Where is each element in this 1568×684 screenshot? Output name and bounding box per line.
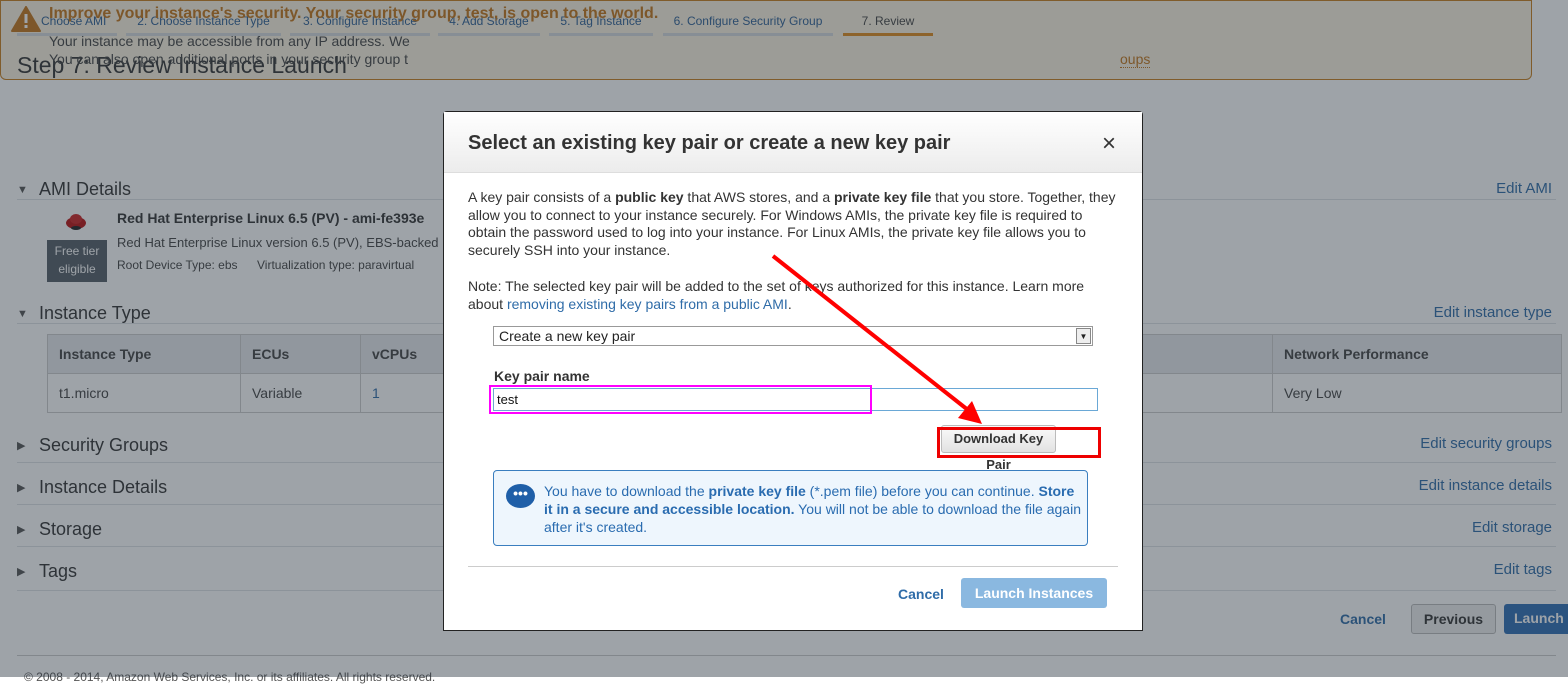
- remove-key-pairs-link[interactable]: removing existing key pairs from a publi…: [507, 296, 788, 312]
- dialog-cancel-button[interactable]: Cancel: [898, 586, 944, 602]
- dropdown-arrow-icon[interactable]: ▼: [1076, 328, 1091, 344]
- launch-instances-button[interactable]: Launch Instances: [961, 578, 1107, 608]
- dialog-header: Select an existing key pair or create a …: [444, 112, 1142, 173]
- key-pair-note: Note: The selected key pair will be adde…: [468, 278, 1085, 312]
- dialog-divider: [468, 566, 1118, 567]
- name-highlight-annotation: [489, 385, 872, 414]
- info-text: You have to download the private key fil…: [544, 482, 1084, 536]
- dialog-title: Select an existing key pair or create a …: [468, 132, 951, 154]
- select-value: Create a new key pair: [499, 328, 636, 344]
- chat-bubble-icon: •••: [506, 484, 535, 508]
- download-highlight-annotation: [937, 427, 1101, 458]
- download-info-box: ••• You have to download the private key…: [493, 470, 1088, 546]
- key-pair-select[interactable]: Create a new key pair ▼: [493, 326, 1093, 346]
- close-icon[interactable]: ×: [1102, 130, 1116, 158]
- text: that AWS stores, and a: [683, 189, 834, 205]
- text: private key file: [708, 483, 806, 499]
- key-pair-name-label: Key pair name: [494, 368, 590, 384]
- text: (*.pem file) before you can continue.: [805, 483, 1039, 499]
- key-pair-dialog: Select an existing key pair or create a …: [443, 111, 1143, 631]
- text: A key pair consists of a: [468, 189, 616, 205]
- text: private key file: [834, 189, 932, 205]
- key-pair-explanation: A key pair consists of a public key that…: [468, 189, 1118, 259]
- text: public key: [615, 189, 684, 205]
- text: You have to download the: [544, 483, 709, 499]
